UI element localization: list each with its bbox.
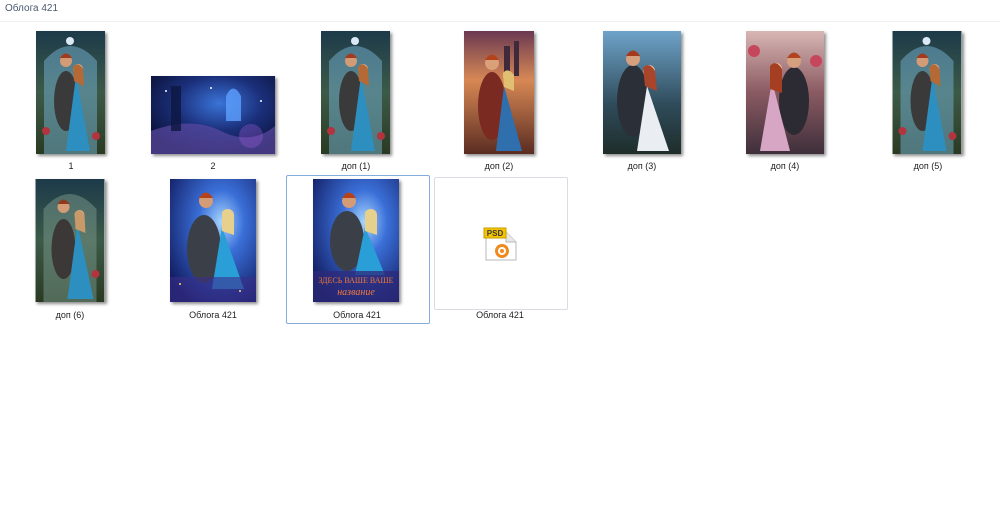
thumbnail-dop-5 (892, 31, 962, 154)
window-title-bar: Облога 421 (0, 0, 1000, 22)
cover-text-line2: название (337, 287, 375, 298)
thumbnail-dop-6 (35, 179, 105, 302)
file-name: Облога 421 (189, 310, 237, 320)
file-name: 1 (68, 161, 74, 171)
file-name: доп (3) (627, 161, 657, 171)
file-name: доп (6) (55, 310, 85, 320)
file-name: 2 (210, 161, 216, 171)
cover-text-line1: ЗДЕСЬ ВАШЕ ВАШЕ (319, 276, 394, 285)
file-name: доп (4) (770, 161, 800, 171)
thumbnail-dop-4 (746, 31, 824, 154)
thumbnail-2 (151, 76, 275, 154)
thumbnail-cover-2: ЗДЕСЬ ВАШЕ ВАШЕ название (313, 179, 399, 302)
thumbnail-dop-1 (321, 31, 390, 154)
file-name: доп (2) (484, 161, 514, 171)
file-name: Облога 421 (476, 310, 524, 320)
thumbnail-cover-1 (170, 179, 256, 302)
window-title: Облога 421 (5, 3, 59, 14)
thumbnail-dop-3 (603, 31, 681, 154)
file-name: доп (5) (913, 161, 943, 171)
thumbnail-1 (36, 31, 105, 154)
psd-file-icon: PSD (483, 227, 517, 261)
thumbnail-dop-2 (464, 31, 534, 154)
file-name: Облога 421 (333, 310, 381, 320)
psd-badge-text: PSD (487, 229, 504, 238)
file-name: доп (1) (341, 161, 371, 171)
